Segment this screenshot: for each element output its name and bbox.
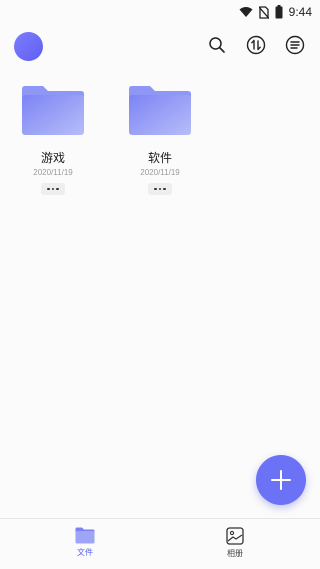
sort-icon[interactable] [245, 34, 267, 56]
wifi-icon [239, 6, 253, 18]
more-options-button[interactable] [148, 183, 172, 195]
nav-item-album[interactable]: 相册 [205, 527, 265, 567]
more-options-button[interactable] [41, 183, 65, 195]
status-time: 9:44 [288, 5, 312, 19]
nav-item-files[interactable]: 文件 [55, 527, 115, 567]
bottom-nav: 文件 相册 [0, 518, 320, 569]
folder-name: 软件 [147, 151, 172, 165]
folder-item[interactable]: 游戏 2020/11/19 [7, 84, 99, 204]
folder-name: 游戏 [40, 151, 65, 165]
folder-date: 2020/11/19 [33, 168, 73, 177]
add-button[interactable] [256, 455, 306, 505]
folder-date: 2020/11/19 [140, 168, 180, 177]
status-bar: 9:44 [0, 0, 320, 24]
menu-list-icon[interactable] [284, 34, 306, 56]
no-sim-icon [258, 5, 269, 19]
battery-icon [275, 5, 283, 19]
folder-icon [22, 86, 84, 135]
photo-album-icon [226, 527, 244, 545]
folder-icon [129, 86, 191, 135]
nav-label: 文件 [77, 548, 93, 557]
nav-label: 相册 [227, 549, 243, 558]
app-header [0, 24, 320, 70]
folder-item[interactable]: 软件 2020/11/19 [114, 84, 206, 204]
search-icon[interactable] [206, 34, 228, 56]
avatar[interactable] [14, 32, 43, 61]
plus-icon [271, 470, 291, 490]
folder-icon [75, 527, 95, 544]
